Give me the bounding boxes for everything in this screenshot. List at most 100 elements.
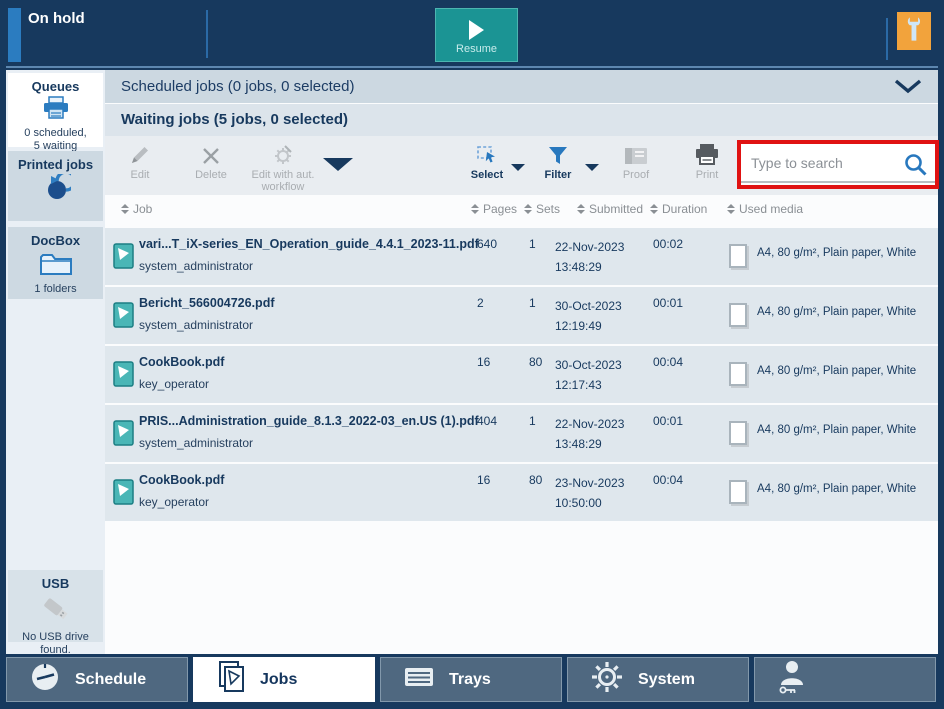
gear-icon [590, 660, 624, 699]
media-sheet-icon[interactable] [729, 480, 747, 504]
resume-button-label: Resume [436, 43, 517, 55]
filter-dropdown[interactable] [585, 164, 599, 171]
jobs-list: vari...T_iX-series_EN_Operation_guide_4.… [105, 228, 938, 523]
jobs-documents-icon [216, 660, 246, 699]
tab-trays-label: Trays [449, 671, 491, 689]
delete-label: Delete [181, 169, 241, 181]
proof-button[interactable]: Proof [606, 142, 666, 181]
job-sets: 80 [529, 473, 542, 487]
edit-with-workflow-button[interactable]: Edit with aut. workflow [246, 142, 320, 193]
job-date: 22-Nov-2023 [555, 414, 624, 434]
job-media: A4, 80 g/m², Plain paper, White [757, 365, 916, 377]
edit-button[interactable]: Edit [110, 142, 170, 181]
sort-icon [471, 204, 479, 214]
maintenance-button[interactable] [897, 12, 931, 50]
job-document-icon [113, 361, 135, 393]
job-sets: 80 [529, 355, 542, 369]
tab-trays[interactable]: Trays [380, 657, 562, 702]
docbox-title: DocBox [8, 227, 103, 248]
clock-icon [29, 661, 61, 698]
more-actions-dropdown[interactable] [323, 158, 353, 171]
printed-jobs-title: Printed jobs [8, 151, 103, 172]
job-name: CookBook.pdf [139, 355, 224, 369]
job-pages: 640 [477, 237, 497, 251]
tab-system[interactable]: System [567, 657, 749, 702]
column-label: Used media [739, 202, 803, 216]
column-label: Job [133, 202, 152, 216]
tab-login-user[interactable] [754, 657, 936, 702]
job-submitted: 30-Oct-2023 12:19:49 [555, 296, 622, 336]
sidebar-item-queues[interactable]: Queues 0 scheduled, 5 waiting [8, 73, 103, 147]
usb-title: USB [8, 570, 103, 591]
play-icon [469, 20, 484, 40]
select-dropdown[interactable] [511, 164, 525, 171]
job-row[interactable]: vari...T_iX-series_EN_Operation_guide_4.… [105, 228, 938, 285]
chevron-down-icon[interactable] [894, 79, 922, 99]
select-button[interactable]: Select [457, 142, 517, 181]
tab-schedule[interactable]: Schedule [6, 657, 188, 702]
job-duration: 00:04 [653, 355, 683, 369]
column-header-pages[interactable]: Pages [471, 202, 517, 216]
edit-label: Edit [110, 169, 170, 181]
wrench-icon [906, 16, 922, 47]
print-button[interactable]: Print [677, 142, 737, 181]
sidebar-item-docbox[interactable]: DocBox 1 folders [8, 227, 103, 299]
job-sets: 1 [529, 414, 536, 428]
job-time: 12:17:43 [555, 375, 622, 395]
tab-system-label: System [638, 671, 695, 689]
delete-button[interactable]: Delete [181, 142, 241, 181]
sidebar: Queues 0 scheduled, 5 waiting Printed jo… [6, 70, 105, 654]
filter-funnel-icon [528, 142, 588, 166]
media-sheet-icon[interactable] [729, 244, 747, 268]
media-sheet-icon[interactable] [729, 362, 747, 386]
search-icon[interactable] [903, 152, 929, 183]
job-pages: 16 [477, 355, 490, 369]
job-row[interactable]: CookBook.pdf key_operator 16 80 23-Nov-2… [105, 464, 938, 521]
trays-icon [403, 665, 435, 694]
column-header-sets[interactable]: Sets [524, 202, 560, 216]
job-owner: system_administrator [139, 259, 253, 273]
column-header-used-media[interactable]: Used media [727, 202, 803, 216]
tab-jobs[interactable]: Jobs [193, 657, 375, 702]
scheduled-jobs-section[interactable]: Scheduled jobs (0 jobs, 0 selected) [105, 70, 938, 103]
sidebar-item-printed-jobs[interactable]: Printed jobs [8, 151, 103, 221]
job-document-icon [113, 479, 135, 511]
job-pages: 404 [477, 414, 497, 428]
jobs-table-header: Job Pages Sets Submitted Duration Used m… [105, 198, 938, 224]
sort-icon [524, 204, 532, 214]
sort-icon [650, 204, 658, 214]
job-date: 30-Oct-2023 [555, 355, 622, 375]
printer-icon [8, 96, 103, 126]
sidebar-item-usb[interactable]: USB No USB drive found. [8, 570, 103, 642]
job-duration: 00:01 [653, 296, 683, 310]
column-label: Submitted [589, 202, 643, 216]
queues-status-line1: 0 scheduled, [8, 127, 103, 140]
tab-jobs-label: Jobs [260, 671, 297, 689]
filter-button[interactable]: Filter [528, 142, 588, 181]
waiting-jobs-header: Waiting jobs (5 jobs, 0 selected) [121, 111, 348, 128]
job-duration: 00:01 [653, 414, 683, 428]
column-header-duration[interactable]: Duration [650, 202, 707, 216]
media-sheet-icon[interactable] [729, 303, 747, 327]
job-owner: system_administrator [139, 436, 253, 450]
job-row[interactable]: PRIS...Administration_guide_8.1.3_2022-0… [105, 405, 938, 462]
job-submitted: 22-Nov-2023 13:48:29 [555, 414, 624, 454]
close-icon [181, 142, 241, 166]
job-sets: 1 [529, 296, 536, 310]
column-header-submitted[interactable]: Submitted [577, 202, 643, 216]
job-name: CookBook.pdf [139, 473, 224, 487]
job-owner: key_operator [139, 377, 209, 391]
job-row[interactable]: Bericht_566004726.pdf system_administrat… [105, 287, 938, 344]
job-row[interactable]: CookBook.pdf key_operator 16 80 30-Oct-2… [105, 346, 938, 403]
column-header-job[interactable]: Job [121, 202, 152, 216]
job-date: 22-Nov-2023 [555, 237, 624, 257]
media-sheet-icon[interactable] [729, 421, 747, 445]
resume-button[interactable]: Resume [435, 8, 518, 62]
job-duration: 00:04 [653, 473, 683, 487]
job-submitted: 30-Oct-2023 12:17:43 [555, 355, 622, 395]
sort-icon [577, 204, 585, 214]
job-time: 10:50:00 [555, 493, 624, 513]
job-name: vari...T_iX-series_EN_Operation_guide_4.… [139, 237, 479, 251]
printer-control-app: On hold Resume Queues 0 scheduled, 5 [0, 0, 944, 709]
search-box-highlighted [737, 140, 939, 189]
